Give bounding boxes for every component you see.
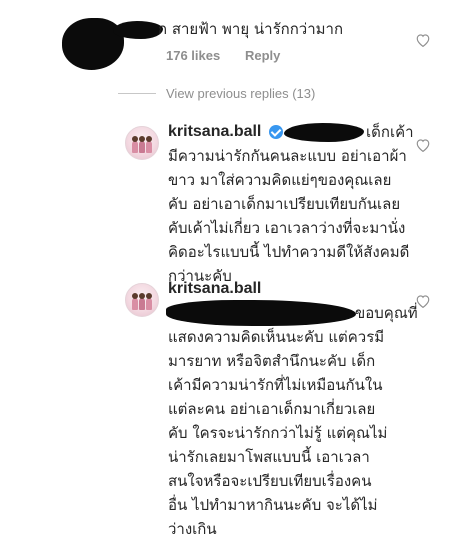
reply-2-line-1: ขอบคุณที่ xyxy=(355,304,418,322)
reply-1-line-2: มีความน่ารักกันคนละแบบ อย่าเอาผ้า xyxy=(168,147,407,165)
reply-2-line-8: สนใจหรือจะเปรียบเทียบเรื่องคน xyxy=(168,472,372,490)
reply-2-line-10: ว่างเกิน xyxy=(168,520,217,538)
reply-2-line-7: น่ารักเลยมาโพสแบบนี้ เอาเวลา xyxy=(168,448,370,466)
reply-1-line-6: คิดอะไรแบบนี้ ไปทำความดีให้สังคมดี xyxy=(168,243,410,261)
redacted-mention xyxy=(166,300,356,326)
reply-1-username[interactable]: kritsana.ball xyxy=(168,123,261,141)
reply-2-line-3: มารยาท หรือจิตสำนึกนะคับ เด็ก xyxy=(168,352,376,370)
view-previous-replies-link[interactable]: View previous replies (13) xyxy=(118,86,315,101)
reply-2-line-9: อื่น ไปทำมาหากินนะคับ จะได้ไม่ xyxy=(168,496,378,514)
reply-1-line-1: เด็กเค้า xyxy=(366,123,414,141)
heart-icon[interactable] xyxy=(415,138,431,152)
redacted-username xyxy=(113,21,163,39)
reply-1-line-4: คับ อย่าเอาเด็กมาเปรียบเทียบกันเลย xyxy=(168,195,401,213)
reply-2-line-2: แสดงความคิดเห็นนะคับ แต่ควรมี xyxy=(168,328,385,346)
reply-2-line-4: เค้ามีความน่ารักที่ไม่เหมือนกันใน xyxy=(168,376,383,394)
view-previous-replies-label: View previous replies (13) xyxy=(166,86,316,101)
verified-badge-icon xyxy=(269,125,283,139)
reply-1-line-5: คับเค้าไม่เกี่ยว เอาเวลาว่างที่จะมานั่ง xyxy=(168,219,406,237)
reply-2-line-6: คับ ใครจะน่ารักกว่าไม่รู้ แต่คุณไม่ xyxy=(168,424,388,442)
avatar[interactable] xyxy=(125,283,159,317)
heart-icon[interactable] xyxy=(415,33,431,47)
top-comment-likes[interactable]: 176 likes xyxy=(166,48,220,63)
redacted-mention xyxy=(284,123,364,142)
reply-2-line-5: แต่ละคน อย่าเอาเด็กมาเกี่ยวเลย xyxy=(168,400,376,418)
avatar[interactable] xyxy=(125,126,159,160)
divider-line xyxy=(118,93,156,94)
top-comment-reply-button[interactable]: Reply xyxy=(245,48,280,63)
top-comment-text: ก สายฟ้า พายุ น่ารักกว่ามาก xyxy=(158,20,344,38)
reply-2-username[interactable]: kritsana.ball xyxy=(168,280,261,298)
reply-1-line-3: ขาว มาใส่ความคิดแย่ๆของคุณเลย xyxy=(168,171,392,189)
heart-icon[interactable] xyxy=(415,294,431,308)
